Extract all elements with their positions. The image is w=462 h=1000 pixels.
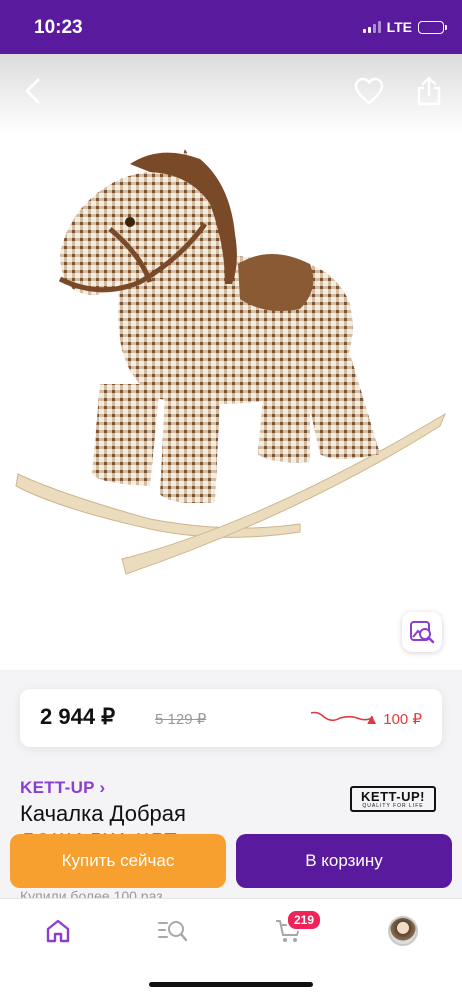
status-right: LTE (362, 19, 447, 35)
brand-logo-text: KETT-UP! (361, 788, 425, 804)
favorite-button[interactable] (352, 74, 386, 108)
brand-logo[interactable]: KETT-UP! QUALITY FOR LIFE (350, 786, 436, 812)
old-price: 5 129 ₽ (155, 711, 207, 728)
price-change: ▲ 100 ₽ (364, 711, 422, 728)
price-card[interactable]: 2 944 ₽ 5 129 ₽ ▲ 100 ₽ (20, 689, 442, 747)
buy-now-button[interactable]: Купить сейчас (10, 834, 226, 888)
visual-search-icon (410, 621, 435, 644)
catalog-search-icon (158, 921, 188, 942)
battery-icon (418, 20, 447, 34)
action-bar: Купить сейчас В корзину (0, 828, 462, 898)
add-to-cart-button[interactable]: В корзину (236, 834, 452, 888)
share-button[interactable] (412, 74, 446, 108)
avatar (388, 916, 418, 946)
share-icon (417, 76, 441, 106)
brand-logo-tagline: QUALITY FOR LIFE (362, 802, 424, 809)
back-icon (25, 78, 40, 104)
tab-profile[interactable] (385, 915, 421, 947)
tab-catalog[interactable] (155, 915, 191, 947)
home-indicator (149, 982, 313, 987)
network-label: LTE (386, 19, 412, 35)
current-price: 2 944 ₽ (40, 704, 116, 729)
brand-link[interactable]: KETT-UP › (20, 778, 106, 798)
product-image (15, 149, 447, 575)
heart-icon (354, 77, 384, 105)
product-image-area[interactable] (0, 54, 462, 670)
tab-home[interactable] (40, 915, 76, 947)
status-bar: 10:23 LTE (0, 0, 462, 54)
visual-search-button[interactable] (402, 612, 442, 652)
home-icon (46, 919, 70, 943)
back-button[interactable] (16, 74, 50, 108)
cart-count-badge: 219 (286, 909, 323, 931)
signal-icon (362, 21, 381, 33)
status-time: 10:23 (34, 17, 83, 38)
